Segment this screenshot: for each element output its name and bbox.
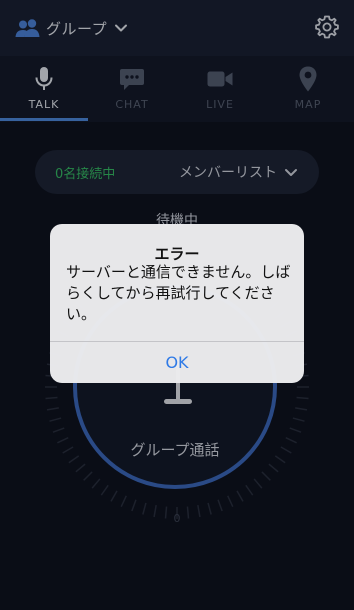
error-alert-dialog: エラー サーバーと通信できません。しばらくしてから再試行してください。 OK — [50, 224, 304, 383]
alert-message: サーバーと通信できません。しばらくしてから再試行してください。 — [66, 263, 291, 323]
alert-ok-button[interactable]: OK — [50, 342, 304, 383]
alert-title: エラー — [154, 245, 200, 263]
